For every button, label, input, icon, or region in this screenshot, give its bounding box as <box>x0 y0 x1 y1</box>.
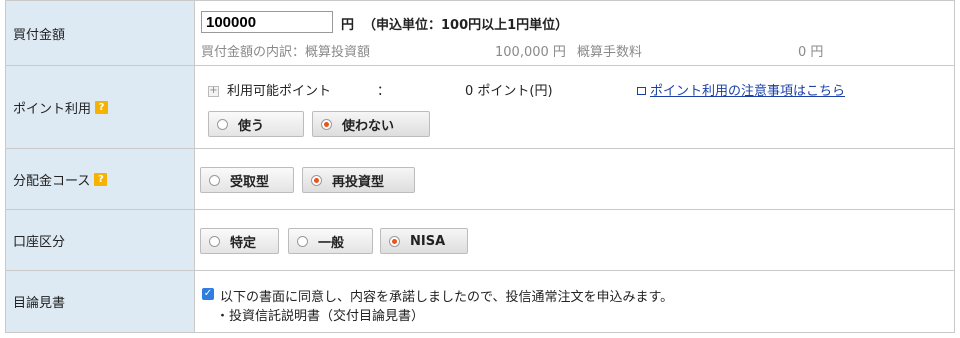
distribution-label: 分配金コース ? <box>6 149 195 209</box>
points-notice[interactable]: ポイント利用の注意事項はこちら <box>637 80 845 99</box>
points-label: ポイント利用 ? <box>6 66 195 148</box>
account-row: 口座区分 特定 一般 NISA <box>5 210 955 271</box>
radio-icon <box>217 118 228 130</box>
document-item: ・投資信託説明書（交付目論見書） <box>216 309 425 324</box>
radio-selected-icon <box>321 118 332 130</box>
fee-amount: 0 円 <box>798 45 824 60</box>
help-icon[interactable]: ? <box>94 172 108 186</box>
external-link-icon <box>637 87 646 95</box>
radio-icon <box>209 174 220 186</box>
account-label: 口座区分 <box>6 210 195 270</box>
prospectus-label: 目論見書 <box>6 271 195 332</box>
prospectus-row: 目論見書 ✓ 以下の書面に同意し、内容を承諾しましたので、投信通常注文を申込みま… <box>5 271 955 333</box>
distribution-receive-option[interactable]: 受取型 <box>200 167 294 193</box>
distribution-content: 受取型 再投資型 <box>195 149 954 209</box>
distribution-row: 分配金コース ? 受取型 再投資型 <box>5 149 955 210</box>
expand-plus-icon[interactable]: + <box>208 82 219 97</box>
radio-selected-icon <box>311 174 322 186</box>
account-tokutei-option[interactable]: 特定 <box>200 228 279 254</box>
points-row: ポイント利用 ? + 利用可能ポイント ： 0 ポイント(円) ポイント利用の注… <box>5 66 955 149</box>
radio-selected-icon <box>389 235 400 247</box>
account-nisa-option[interactable]: NISA <box>380 228 468 254</box>
points-colon: ： <box>377 84 391 99</box>
purchase-amount-row: 買付金額 円 （申込単位：100円以上1円単位） 買付金額の内訳：概算投資額 1… <box>5 0 955 66</box>
purchase-amount-input[interactable] <box>201 11 333 33</box>
agree-checkbox[interactable]: ✓ <box>202 288 214 300</box>
radio-icon <box>297 235 308 247</box>
fee-label: 概算手数料 <box>577 45 643 60</box>
amount-unit: 円 <box>341 18 355 33</box>
agree-text: 以下の書面に同意し、内容を承諾しましたので、投信通常注文を申込みます。 <box>220 290 674 305</box>
order-form: 買付金額 円 （申込単位：100円以上1円単位） 買付金額の内訳：概算投資額 1… <box>5 0 955 333</box>
investment-amount: 100,000 円 <box>495 45 566 60</box>
available-points-value: 0 ポイント(円) <box>465 84 553 99</box>
prospectus-content: ✓ 以下の書面に同意し、内容を承諾しましたので、投信通常注文を申込みます。 ・投… <box>195 271 954 332</box>
radio-icon <box>209 235 220 247</box>
points-notice-link[interactable]: ポイント利用の注意事項はこちら <box>650 84 845 99</box>
purchase-amount-label: 買付金額 <box>6 1 195 65</box>
distribution-reinvest-option[interactable]: 再投資型 <box>302 167 415 193</box>
account-content: 特定 一般 NISA <box>195 210 954 270</box>
amount-unit-note: （申込単位：100円以上1円単位） <box>363 18 569 33</box>
purchase-amount-content: 円 （申込単位：100円以上1円単位） 買付金額の内訳：概算投資額 100,00… <box>195 1 954 65</box>
points-content: + 利用可能ポイント ： 0 ポイント(円) ポイント利用の注意事項はこちら 使… <box>195 66 954 148</box>
help-icon[interactable]: ? <box>95 100 109 114</box>
points-nouse-option[interactable]: 使わない <box>312 111 430 137</box>
available-points-label: 利用可能ポイント <box>227 84 332 99</box>
points-use-option[interactable]: 使う <box>208 111 304 137</box>
account-ippan-option[interactable]: 一般 <box>288 228 373 254</box>
breakdown-label: 買付金額の内訳：概算投資額 <box>201 45 371 60</box>
